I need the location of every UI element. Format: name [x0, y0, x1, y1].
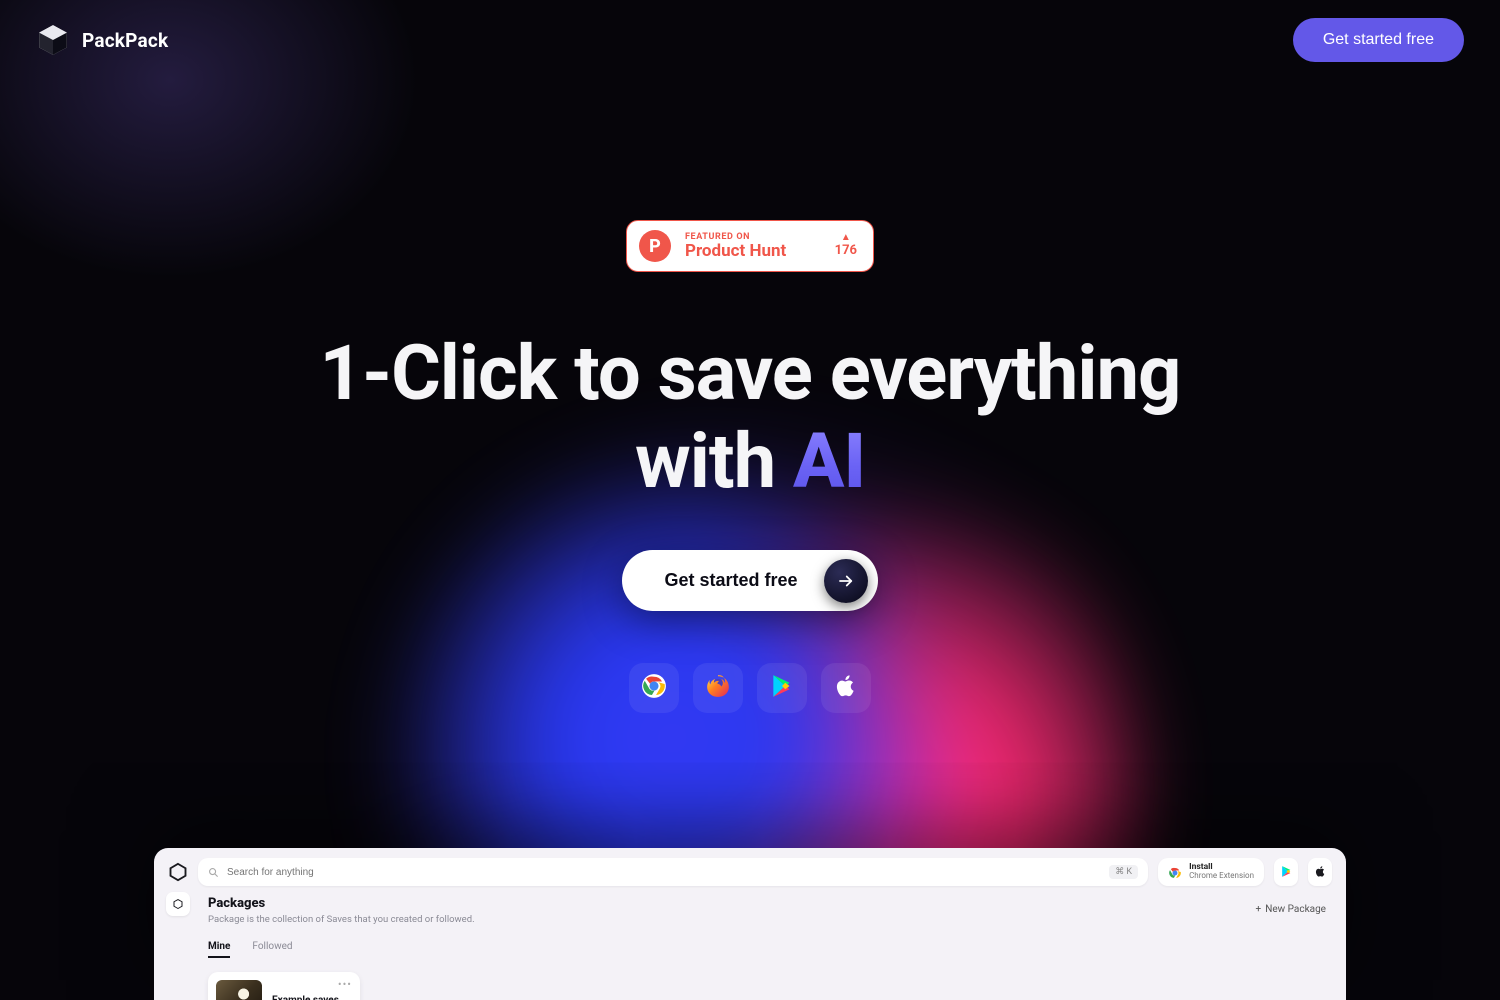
preview-search[interactable]: ⌘ K [198, 858, 1148, 886]
preview-play-store-button[interactable] [1274, 858, 1298, 886]
hero-headline: 1-Click to save everything with AI [320, 332, 1181, 502]
preview-search-shortcut: ⌘ K [1109, 865, 1138, 879]
preview-search-input[interactable] [227, 867, 1101, 878]
hero-cta-label: Get started free [664, 570, 797, 591]
upvote-caret-icon: ▲ [841, 233, 851, 243]
preview-tab-followed[interactable]: Followed [252, 941, 292, 958]
platform-apple[interactable] [821, 663, 871, 713]
hero-section: P FEATURED ON Product Hunt ▲ 176 1-Click… [0, 80, 1500, 713]
brand[interactable]: PackPack [36, 23, 168, 57]
product-hunt-name: Product Hunt [685, 242, 821, 261]
search-icon [208, 863, 219, 882]
platform-google-play[interactable] [757, 663, 807, 713]
preview-tab-mine[interactable]: Mine [208, 941, 230, 958]
preview-new-package-label: New Package [1265, 904, 1326, 915]
cube-icon [172, 895, 184, 914]
product-hunt-upvotes: ▲ 176 [835, 233, 857, 259]
product-hunt-upvote-count: 176 [835, 243, 857, 259]
preview-logo-icon [168, 862, 188, 882]
brand-logo-icon [36, 23, 70, 57]
chrome-icon [641, 673, 667, 703]
product-hunt-badge[interactable]: P FEATURED ON Product Hunt ▲ 176 [626, 220, 874, 272]
google-play-icon [769, 673, 795, 703]
hero-get-started-button[interactable]: Get started free [622, 550, 877, 611]
platform-firefox[interactable] [693, 663, 743, 713]
plus-icon: + [1256, 904, 1262, 915]
app-preview-panel: ⌘ K Install Chrome Extension [154, 848, 1346, 1000]
preview-body: Packages Package is the collection of Sa… [154, 894, 1346, 1000]
preview-new-package-button[interactable]: + New Package [1256, 896, 1326, 915]
arrow-right-icon [824, 559, 868, 603]
package-thumbnail [216, 980, 262, 1000]
preview-tabs: Mine Followed [208, 941, 1326, 958]
header-get-started-button[interactable]: Get started free [1293, 18, 1464, 62]
card-menu-icon[interactable]: ••• [338, 978, 352, 991]
hero-headline-with: with [635, 416, 793, 506]
platform-chrome[interactable] [629, 663, 679, 713]
chrome-icon [1168, 865, 1182, 879]
product-hunt-logo-icon: P [639, 230, 671, 262]
preview-heading: Packages [208, 896, 475, 911]
hero-headline-ai: AI [793, 416, 865, 506]
preview-package-card[interactable]: ••• Example saves [208, 972, 360, 1000]
preview-subtitle: Package is the collection of Saves that … [208, 914, 475, 925]
preview-sidebar-toggle[interactable] [166, 892, 190, 916]
preview-topbar: ⌘ K Install Chrome Extension [154, 848, 1346, 894]
brand-name: PackPack [82, 29, 168, 52]
product-hunt-text: FEATURED ON Product Hunt [685, 232, 821, 261]
google-play-icon [1280, 863, 1293, 882]
preview-app-store-button[interactable] [1308, 858, 1332, 886]
site-header: PackPack Get started free [0, 0, 1500, 80]
platform-links [629, 663, 871, 713]
apple-icon [833, 673, 859, 703]
package-title: Example saves [272, 995, 339, 1000]
apple-icon [1314, 863, 1327, 882]
preview-install-sublabel: Chrome Extension [1189, 872, 1254, 880]
preview-install-chrome[interactable]: Install Chrome Extension [1158, 858, 1264, 886]
hero-headline-line1: 1-Click to save everything [320, 328, 1181, 418]
firefox-icon [705, 673, 731, 703]
